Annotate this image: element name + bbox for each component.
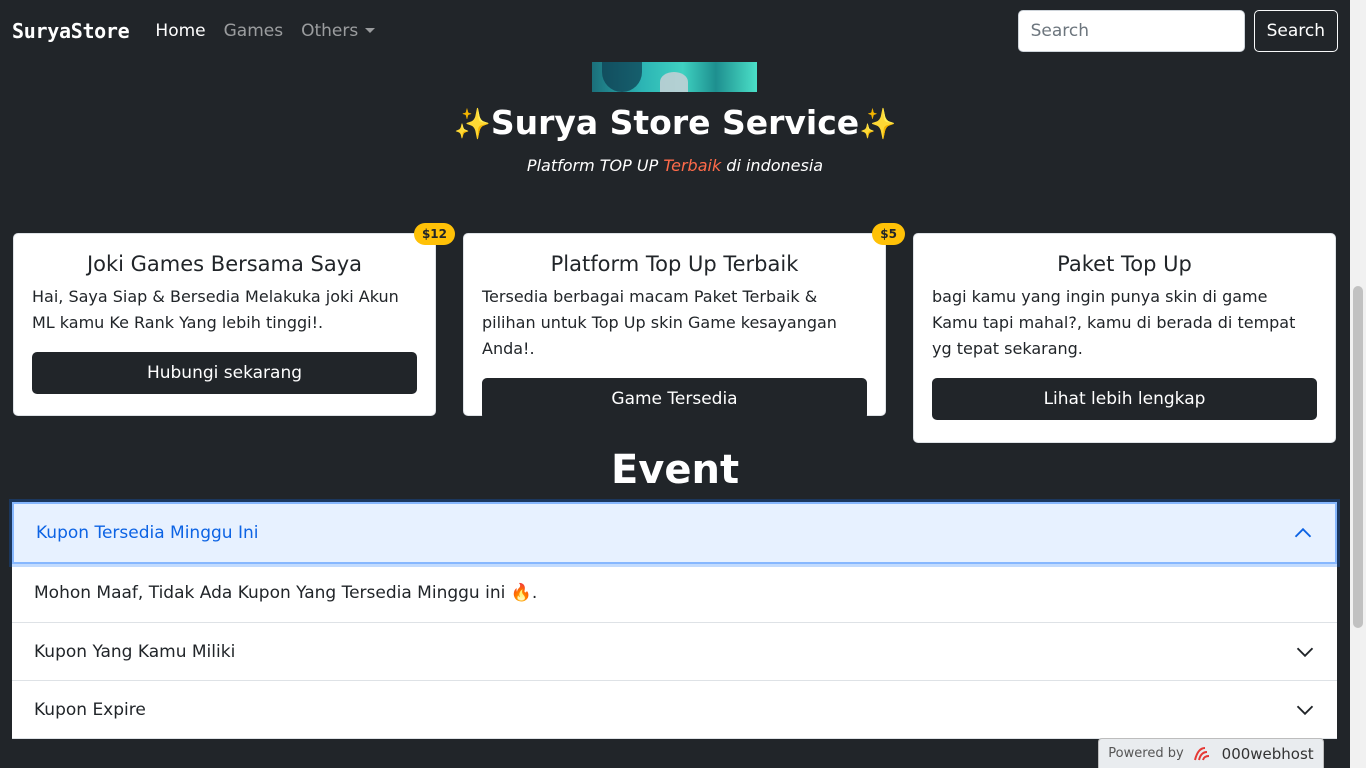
- card-joki: $12 Joki Games Bersama Saya Hai, Saya Si…: [13, 223, 455, 416]
- accordion-header-label: Kupon Yang Kamu Miliki: [34, 641, 236, 662]
- brand-logo[interactable]: SuryaStore: [12, 19, 130, 43]
- hero-title-text: Surya Store Service: [490, 103, 860, 142]
- sparkle-icon: ✨: [859, 107, 897, 142]
- hero-subtitle-highlight: Terbaik: [663, 156, 722, 175]
- sparkle-icon: ✨: [453, 107, 491, 142]
- powered-by-label: Powered by: [1108, 746, 1184, 761]
- card-title: Platform Top Up Terbaik: [550, 252, 799, 276]
- search-form: Search: [1017, 10, 1338, 52]
- accordion-header-label: Kupon Tersedia Minggu Ini: [36, 523, 259, 543]
- coupon-accordion: Kupon Tersedia Minggu Ini Mohon Maaf, Ti…: [12, 502, 1337, 739]
- search-button[interactable]: Search: [1253, 10, 1338, 52]
- scrollbar-thumb[interactable]: [1353, 286, 1363, 628]
- chevron-up-icon: [1294, 527, 1312, 538]
- nav-home[interactable]: Home: [155, 21, 205, 41]
- card-title: Paket Top Up: [1057, 252, 1192, 276]
- chevron-down-icon: [1296, 647, 1314, 657]
- hero-subtitle-prefix: Platform TOP UP: [526, 156, 664, 175]
- card-paket: Paket Top Up bagi kamu yang ingin punya …: [913, 233, 1336, 443]
- card-text: bagi kamu yang ingin punya skin di game …: [932, 287, 1296, 358]
- search-input[interactable]: [1017, 10, 1245, 52]
- webhost-logo-icon: [1193, 746, 1209, 760]
- card-title: Joki Games Bersama Saya: [86, 252, 363, 276]
- games-available-button[interactable]: Game Tersedia: [482, 378, 867, 420]
- scrollbar[interactable]: [1350, 0, 1366, 768]
- chevron-down-icon: [1296, 705, 1314, 715]
- hero-image: [592, 62, 757, 92]
- contact-now-button[interactable]: Hubungi sekarang: [32, 352, 417, 394]
- accordion-body: Mohon Maaf, Tidak Ada Kupon Yang Tersedi…: [12, 564, 1337, 623]
- card-text: Hai, Saya Siap & Bersedia Melakuka joki …: [32, 287, 399, 332]
- hero-subtitle-suffix: di indonesia: [721, 156, 824, 175]
- hero-title: ✨Surya Store Service✨: [0, 103, 1350, 142]
- accordion-header-my-coupons[interactable]: Kupon Yang Kamu Miliki: [12, 623, 1337, 681]
- accordion-header-label: Kupon Expire: [34, 699, 146, 720]
- see-more-button[interactable]: Lihat lebih lengkap: [932, 378, 1317, 420]
- card-text: Tersedia berbagai macam Paket Terbaik & …: [482, 287, 837, 358]
- price-badge: $5: [872, 223, 905, 245]
- powered-by-badge[interactable]: Powered by 000webhost: [1098, 738, 1324, 768]
- webhost-brand: 000webhost: [1221, 744, 1314, 763]
- nav-games[interactable]: Games: [224, 21, 283, 41]
- nav-others-dropdown[interactable]: Others: [301, 21, 376, 41]
- accordion-header-weekly-coupons[interactable]: Kupon Tersedia Minggu Ini: [12, 502, 1337, 564]
- navbar: SuryaStore Home Games Others Search: [0, 0, 1350, 62]
- hero-subtitle: Platform TOP UP Terbaik di indonesia: [0, 156, 1350, 175]
- card-platform: $5 Platform Top Up Terbaik Tersedia berb…: [463, 223, 905, 420]
- caret-down-icon: [365, 28, 376, 33]
- event-title: Event: [610, 447, 740, 493]
- accordion-header-expired-coupons[interactable]: Kupon Expire: [12, 681, 1337, 739]
- nav-others-label: Others: [301, 21, 359, 41]
- price-badge: $12: [413, 223, 455, 245]
